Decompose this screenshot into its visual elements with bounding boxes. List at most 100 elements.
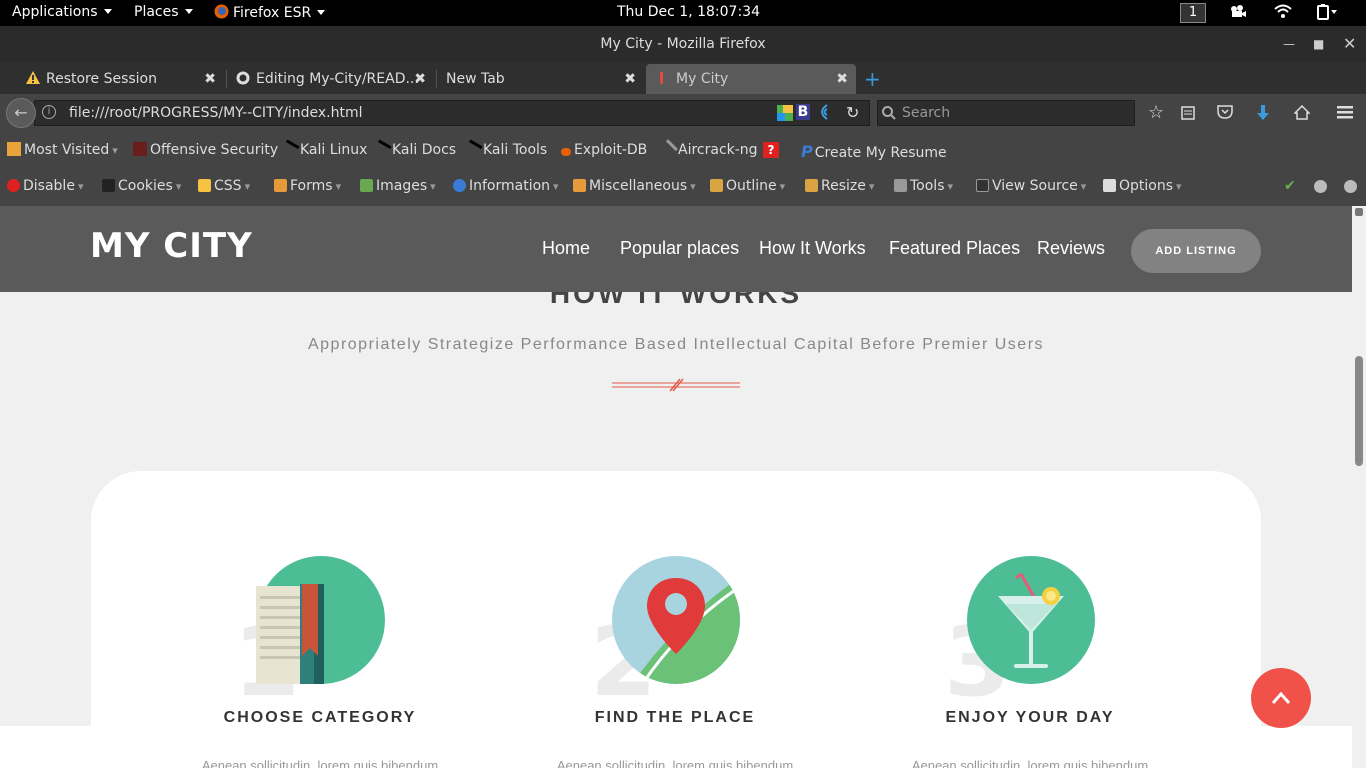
search-icon (882, 106, 896, 120)
tools-icon (894, 179, 907, 192)
wd-images[interactable]: Images ▾ (360, 178, 436, 194)
navigation-bar: file:///root/PROGRESS/MY--CITY/index.htm… (0, 94, 1366, 132)
folder-icon (7, 142, 21, 156)
maximize-icon[interactable]: ■ (1313, 26, 1324, 62)
checkmark-icon[interactable]: ✔ (1284, 178, 1296, 194)
step-text: Aenean sollicitudin, lorem quis bibendum (911, 758, 1149, 768)
battery-icon[interactable] (1316, 4, 1338, 24)
bookmark-aircrack-ng[interactable]: Aircrack-ng (658, 139, 758, 159)
tab-editing-readme[interactable]: Editing My-City/READ... ✖ (226, 64, 434, 94)
status-dot-icon[interactable] (1314, 180, 1327, 193)
resume-p-icon: P (801, 142, 813, 161)
step-title: FIND THE PLACE (594, 709, 756, 726)
window-title-bar: My City - Mozilla Firefox — ■ ✕ (0, 26, 1366, 62)
close-tab-icon[interactable]: ✖ (624, 64, 636, 94)
scroll-to-top-button[interactable] (1251, 668, 1311, 728)
home-icon[interactable] (1294, 105, 1310, 120)
info-icon (453, 179, 466, 192)
hamburger-menu-icon[interactable] (1337, 106, 1353, 119)
wd-information[interactable]: Information ▾ (453, 178, 559, 194)
window-title: My City - Mozilla Firefox (600, 36, 766, 52)
site-logo[interactable]: MY CITY (90, 226, 253, 266)
nav-home[interactable]: Home (542, 238, 590, 259)
wd-forms[interactable]: Forms ▾ (274, 178, 341, 194)
url-bar[interactable]: file:///root/PROGRESS/MY--CITY/index.htm… (34, 100, 870, 126)
clock[interactable]: Thu Dec 1, 18:07:34 (617, 4, 760, 20)
status-dot-icon[interactable] (1344, 180, 1357, 193)
close-tab-icon[interactable]: ✖ (836, 64, 848, 94)
wd-css[interactable]: CSS ▾ (198, 178, 250, 194)
chevron-down-icon (317, 10, 326, 15)
nav-reviews[interactable]: Reviews (1037, 238, 1105, 259)
back-button[interactable]: ← (6, 98, 36, 128)
applications-menu[interactable]: Applications (12, 4, 112, 20)
question-icon: ? (763, 142, 779, 158)
firefox-icon (214, 4, 229, 19)
wd-resize[interactable]: Resize ▾ (805, 178, 874, 194)
nav-popular-places[interactable]: Popular places (620, 238, 739, 259)
wd-disable[interactable]: Disable ▾ (7, 178, 83, 194)
site-header: MY CITY Home Popular places How It Works… (0, 206, 1352, 292)
search-input[interactable]: Search (877, 100, 1135, 126)
tab-restore-session[interactable]: Restore Session ✖ (16, 64, 224, 94)
wd-tools[interactable]: Tools ▾ (894, 178, 953, 194)
bookmark-kali-docs[interactable]: Kali Docs (372, 139, 456, 159)
minimize-icon[interactable]: — (1283, 26, 1295, 62)
bookmark-star-icon[interactable]: ☆ (1148, 102, 1164, 123)
chevron-down-icon (103, 9, 112, 14)
web-developer-toolbar: Disable ▾ Cookies ▾ CSS ▾ Forms ▾ Images ▾ In… (0, 168, 1366, 206)
offsec-icon (133, 142, 147, 156)
page-scrollbar[interactable] (1352, 206, 1366, 768)
step-title: CHOOSE CATEGORY (223, 709, 417, 726)
add-listing-button[interactable]: ADD LISTING (1131, 229, 1261, 273)
wifi-icon[interactable] (1274, 4, 1292, 22)
wifi-signal-icon[interactable] (813, 103, 829, 121)
tab-my-city[interactable]: My City ✖ (646, 64, 856, 94)
close-tab-icon[interactable]: ✖ (414, 64, 426, 94)
close-tab-icon[interactable]: ✖ (204, 64, 216, 94)
nav-how-it-works[interactable]: How It Works (759, 238, 866, 259)
step-text: Aenean sollicitudin, lorem quis bibendum (556, 758, 794, 768)
close-window-icon[interactable]: ✕ (1343, 26, 1356, 62)
bookmark-b-icon[interactable]: B (796, 104, 810, 120)
wd-outline[interactable]: Outline ▾ (710, 178, 785, 194)
bookmark-help[interactable]: ? (763, 142, 779, 158)
bookmark-most-visited[interactable]: Most Visited ▾ (7, 142, 118, 158)
cookies-icon (102, 179, 115, 192)
scrollbar-thumb[interactable] (1355, 356, 1363, 466)
bookmark-kali-linux[interactable]: Kali Linux (280, 139, 367, 159)
reload-icon[interactable]: ↻ (846, 103, 859, 122)
bookmark-offensive-security[interactable]: Offensive Security (133, 142, 278, 158)
step-text: Aenean sollicitudin, lorem quis bibendum (201, 758, 439, 768)
wd-miscellaneous[interactable]: Miscellaneous ▾ (573, 178, 696, 194)
section-divider (612, 378, 740, 392)
images-icon (360, 179, 373, 192)
wd-view-source[interactable]: View Source ▾ (976, 178, 1086, 194)
wd-options[interactable]: Options ▾ (1103, 178, 1182, 194)
aircrack-icon (658, 139, 678, 159)
map-pin-icon (612, 556, 740, 684)
bookmark-exploit-db[interactable]: Exploit-DB (561, 142, 647, 158)
tab-new-tab[interactable]: New Tab ✖ (436, 64, 644, 94)
misc-icon (573, 179, 586, 192)
info-icon[interactable]: i (42, 105, 56, 119)
bookmark-create-resume[interactable]: P Create My Resume (801, 142, 947, 161)
translate-icon[interactable] (777, 105, 793, 121)
url-text[interactable]: file:///root/PROGRESS/MY--CITY/index.htm… (69, 105, 363, 121)
options-icon (1103, 179, 1116, 192)
forms-icon (274, 179, 287, 192)
browser-app-menu[interactable]: Firefox ESR (214, 4, 326, 21)
cocktail-icon (967, 556, 1095, 684)
download-icon[interactable] (1256, 105, 1270, 121)
places-menu[interactable]: Places (134, 4, 193, 20)
nav-featured-places[interactable]: Featured Places (889, 238, 1020, 259)
wd-cookies[interactable]: Cookies ▾ (102, 178, 181, 194)
workspace-indicator[interactable]: 1 (1180, 3, 1206, 23)
bookmark-kali-tools[interactable]: Kali Tools (463, 139, 547, 159)
video-camera-icon[interactable] (1229, 4, 1247, 22)
new-tab-button[interactable]: + (864, 64, 881, 94)
section-subtitle: Appropriately Strategize Performance Bas… (307, 336, 1045, 353)
pocket-icon[interactable] (1217, 105, 1233, 119)
reading-list-icon[interactable] (1181, 106, 1195, 120)
resize-icon (805, 179, 818, 192)
